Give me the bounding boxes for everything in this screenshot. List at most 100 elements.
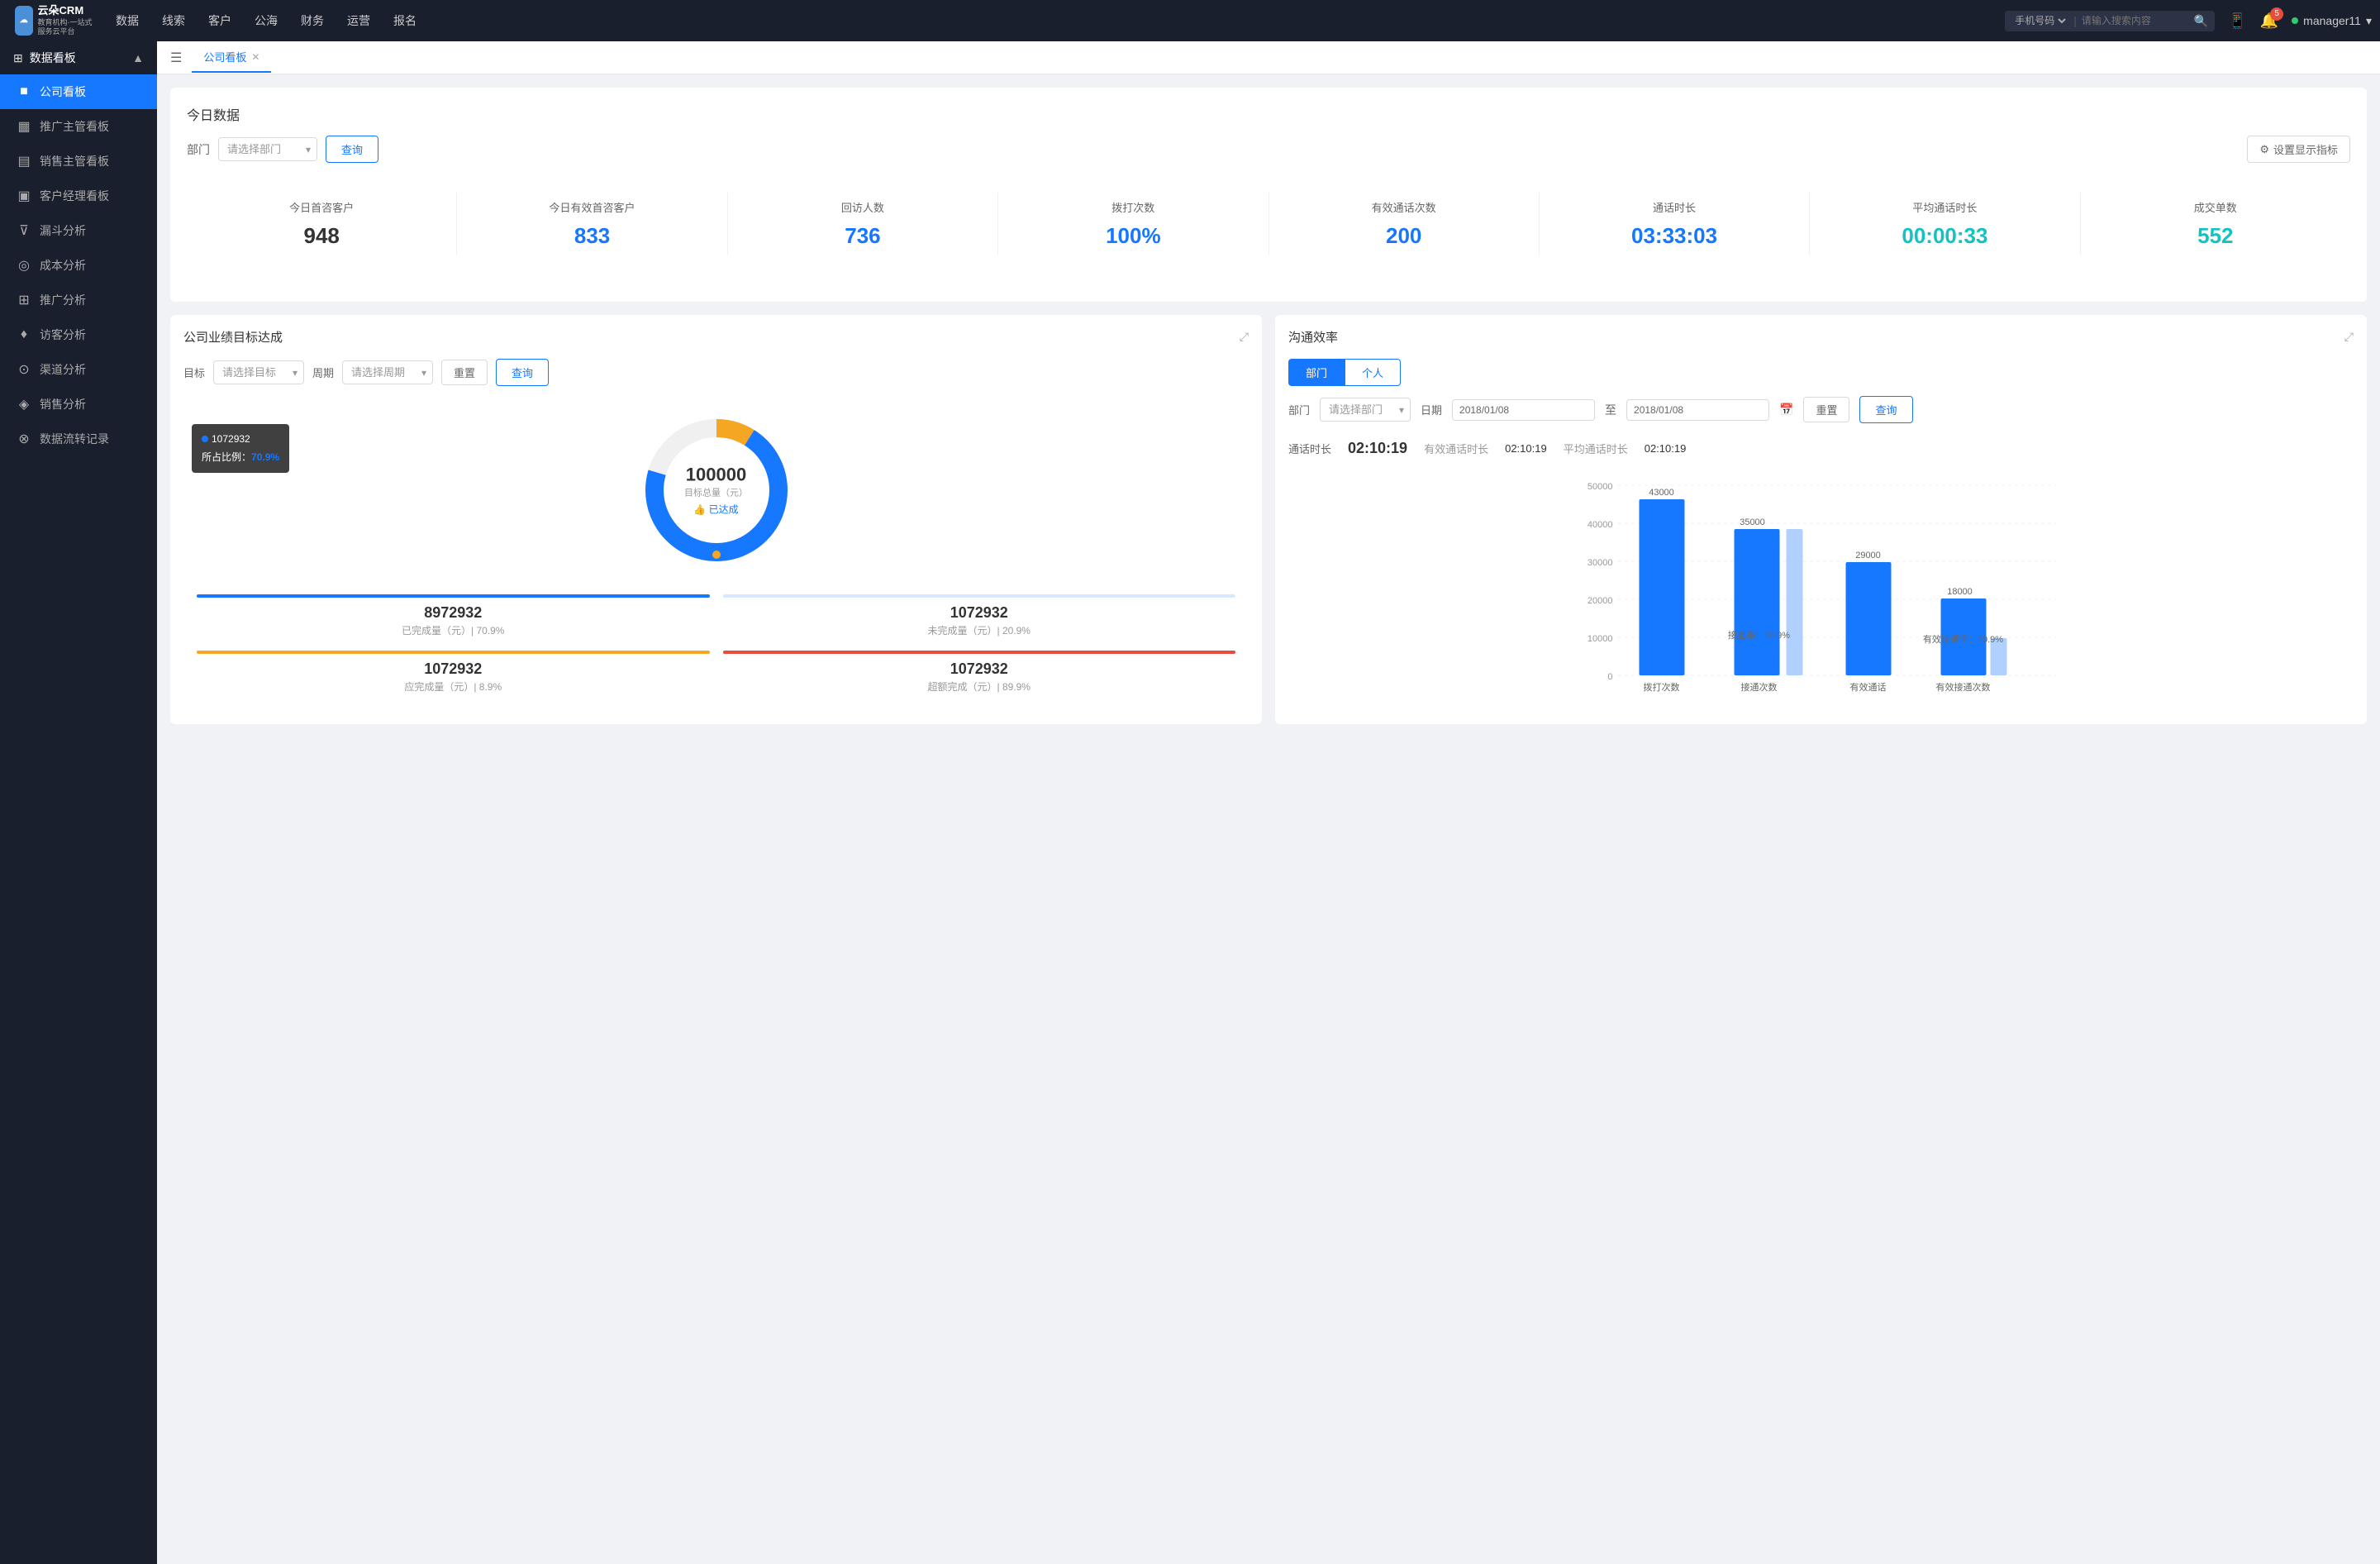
legend-bar (723, 594, 1236, 598)
comm-tab-部门[interactable]: 部门 (1288, 359, 1345, 386)
settings-icon: ⚙ (2259, 143, 2269, 156)
search-icon[interactable]: 🔍 (2194, 14, 2208, 28)
sidebar-item-label: 推广分析 (40, 292, 86, 308)
tab-bar-toggle-icon[interactable]: ☰ (170, 50, 182, 66)
legend-item: 1072932 应完成量（元）| 8.9% (197, 651, 710, 694)
stat-value: 100% (1011, 223, 1254, 249)
stat-label: 拨打次数 (1011, 199, 1254, 215)
sidebar-icon: ◎ (17, 257, 31, 274)
sidebar-icon: ▦ (17, 118, 31, 135)
nav-item-运营[interactable]: 运营 (347, 8, 370, 33)
period-select[interactable]: 请选择周期 (342, 360, 433, 384)
avg-talk-value: 02:10:19 (1645, 442, 1687, 455)
search-type-select[interactable]: 手机号码 (2011, 14, 2068, 27)
calendar-icon[interactable]: 📅 (1779, 403, 1793, 417)
sidebar-icon: ▤ (17, 153, 31, 169)
stat-card-有效通话次数: 有效通话次数200 (1269, 193, 1540, 255)
stat-value: 948 (200, 223, 443, 249)
svg-text:有效通话: 有效通话 (1850, 681, 1887, 693)
sidebar-item-推广主管看板[interactable]: ▦推广主管看板 (0, 109, 157, 144)
perf-query-button[interactable]: 查询 (496, 359, 549, 386)
stat-card-成交单数: 成交单数552 (2081, 193, 2350, 255)
comm-date-to[interactable] (1626, 399, 1769, 421)
perf-expand-icon[interactable]: ⤢ (1240, 330, 1249, 344)
sidebar-item-销售主管看板[interactable]: ▤ 销售主管看板 (0, 144, 157, 179)
stat-card-回访人数: 回访人数 736 (728, 193, 998, 255)
sidebar-item-label: 访客分析 (40, 327, 86, 343)
sidebar-item-访客分析[interactable]: ♦访客分析 (0, 317, 157, 352)
notification-icon[interactable]: 🔔 5 (2260, 12, 2278, 30)
settings-button[interactable]: ⚙ 设置显示指标 (2247, 136, 2350, 163)
nav-item-数据[interactable]: 数据 (116, 8, 139, 33)
sidebar-item-成本分析[interactable]: ◎成本分析 (0, 248, 157, 283)
sidebar-section-label: 数据看板 (30, 50, 76, 66)
legend-item: 1072932 超额完成（元）| 89.9% (723, 651, 1236, 694)
dept-select[interactable]: 请选择部门 (218, 137, 317, 161)
donut-center-value: 100000 (684, 465, 748, 486)
sidebar-item-漏斗分析[interactable]: ⊽漏斗分析 (0, 213, 157, 248)
tab-bar: ☰ 公司看板 ✕ (157, 41, 2380, 74)
sidebar-icon: ⊞ (17, 292, 31, 308)
svg-text:43000: 43000 (1649, 488, 1674, 498)
stats-row: 今日首咨客户948今日有效首咨客户833回访人数736拨打次数100%有效通话次… (187, 176, 2350, 272)
comm-tab-个人[interactable]: 个人 (1345, 359, 1401, 386)
eff-talk-label: 有效通话时长 (1424, 441, 1488, 456)
sidebar-item-数据流转记录[interactable]: ⊗数据流转记录 (0, 422, 157, 456)
dropdown-arrow-icon: ▾ (2366, 14, 2372, 28)
nav-item-客户[interactable]: 客户 (208, 8, 231, 33)
comm-date-from[interactable] (1452, 399, 1595, 421)
stat-label: 今日有效首咨客户 (470, 199, 713, 215)
stat-card-平均通话时长: 平均通话时长00:00:33 (1810, 193, 2080, 255)
donut-center-label: 目标总量（元） (684, 486, 748, 499)
nav-item-财务[interactable]: 财务 (301, 8, 324, 33)
comm-dept-select[interactable]: 请选择部门 (1320, 398, 1411, 422)
sidebar-item-label: 销售主管看板 (40, 153, 109, 169)
sidebar-item-推广分析[interactable]: ⊞ 推广分析 (0, 283, 157, 317)
stat-label: 成交单数 (2094, 199, 2337, 215)
comm-panel: 沟通效率 ⤢ 部门个人 部门 请选择部门 日期 至 (1275, 315, 2367, 724)
sidebar-collapse-icon[interactable]: ▲ (132, 51, 144, 64)
nav-item-线索[interactable]: 线索 (162, 8, 185, 33)
sidebar-icon: ▣ (17, 188, 31, 204)
legend-desc: 应完成量（元）| 8.9% (197, 679, 710, 694)
perf-reset-button[interactable]: 重置 (441, 360, 488, 385)
bar-chart-area: 50000 40000 30000 20000 10000 0 (1288, 477, 2354, 711)
legend-value: 1072932 (197, 660, 710, 678)
device-icon[interactable]: 📱 (2228, 12, 2246, 30)
tab-company-dashboard[interactable]: 公司看板 ✕ (192, 42, 271, 73)
nav-item-公海[interactable]: 公海 (255, 8, 278, 33)
legend-bar (197, 651, 710, 654)
user-info[interactable]: manager11 ▾ (2292, 14, 2372, 28)
svg-text:29000: 29000 (1855, 551, 1881, 560)
target-select[interactable]: 请选择目标 (213, 360, 304, 384)
sidebar-header: ⊞ 数据看板 ▲ (0, 41, 157, 74)
dept-label: 部门 (187, 141, 210, 158)
sidebar-item-客户经理看板[interactable]: ▣客户经理看板 (0, 179, 157, 213)
svg-text:40000: 40000 (1587, 520, 1613, 530)
sidebar-item-渠道分析[interactable]: ⊙渠道分析 (0, 352, 157, 387)
legend-desc: 未完成量（元）| 20.9% (723, 623, 1236, 637)
sidebar-item-公司看板[interactable]: ■公司看板 (0, 74, 157, 109)
period-label: 周期 (312, 365, 334, 380)
sidebar-grid-icon: ⊞ (13, 51, 23, 65)
stat-value: 200 (1283, 223, 1526, 249)
legend-item: 1072932 未完成量（元）| 20.9% (723, 594, 1236, 637)
comm-expand-icon[interactable]: ⤢ (2344, 330, 2354, 344)
sidebar-item-销售分析[interactable]: ◈销售分析 (0, 387, 157, 422)
stat-label: 回访人数 (741, 199, 984, 215)
sidebar-icon: ⊽ (17, 222, 31, 239)
comm-query-button[interactable]: 查询 (1859, 396, 1912, 423)
nav-item-报名[interactable]: 报名 (393, 8, 416, 33)
sidebar-item-label: 渠道分析 (40, 361, 86, 378)
today-query-button[interactable]: 查询 (326, 136, 378, 163)
stat-label: 今日首咨客户 (200, 199, 443, 215)
search-input[interactable] (2082, 15, 2189, 26)
search-box[interactable]: 手机号码 | 🔍 (2005, 11, 2215, 31)
sidebar-icon: ⊗ (17, 431, 31, 447)
notification-badge: 5 (2270, 7, 2283, 21)
comm-reset-button[interactable]: 重置 (1803, 397, 1849, 422)
svg-text:30000: 30000 (1587, 558, 1613, 568)
username-label: manager11 (2303, 14, 2361, 27)
tab-close-icon[interactable]: ✕ (251, 51, 259, 63)
stat-value: 736 (741, 223, 984, 249)
